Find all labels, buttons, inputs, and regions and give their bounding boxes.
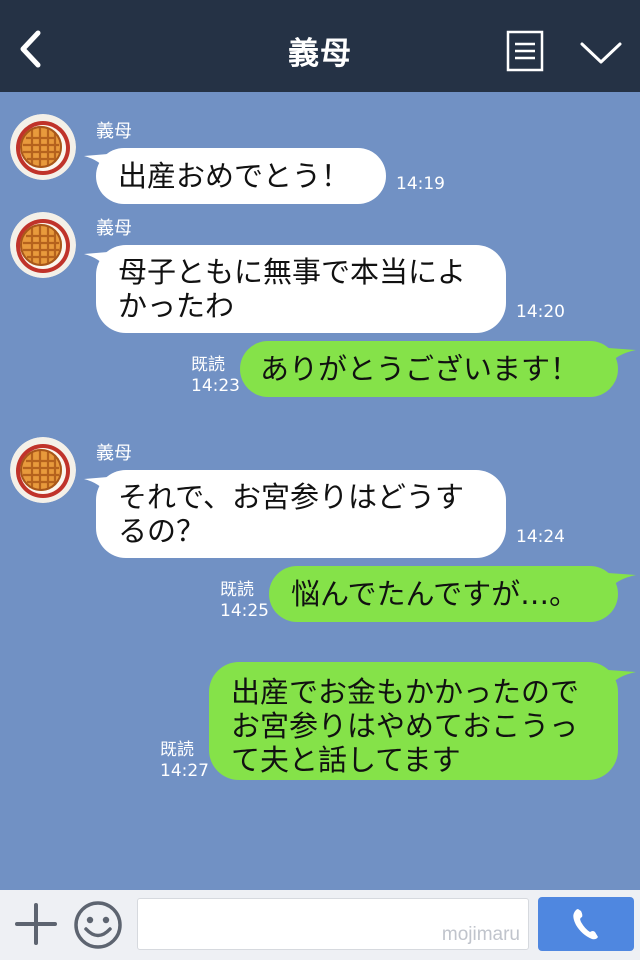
message-bubble[interactable]: ありがとうございます！: [240, 341, 618, 397]
message-time: 14:20: [516, 302, 565, 322]
read-label: 既読: [160, 740, 194, 760]
sender-name: 義母: [96, 121, 132, 142]
pie-avatar-icon: [10, 437, 76, 503]
message-time: 14:23: [191, 376, 240, 396]
chevron-down-icon: [580, 42, 622, 64]
phone-icon: [573, 909, 598, 940]
message-time: 14:25: [220, 601, 269, 621]
read-label: 既読: [191, 355, 225, 375]
read-receipt: 既読 14:25: [220, 580, 269, 622]
message-bubble[interactable]: 出産でお金もかかったので お宮参りはやめておこうっ て夫と話してます: [209, 662, 618, 780]
menu-list-icon: [506, 30, 544, 72]
avatar[interactable]: [10, 212, 76, 278]
message-bubble[interactable]: 悩んでたんですが…。: [269, 566, 618, 622]
sticker-button[interactable]: [72, 900, 124, 954]
message-bubble[interactable]: それで、お宮参りはどうす るの？: [96, 470, 506, 558]
smiley-icon: [74, 901, 122, 949]
message-input[interactable]: mojimaru: [137, 898, 529, 950]
avatar[interactable]: [10, 437, 76, 503]
watermark: mojimaru: [441, 924, 520, 945]
chat-title: 義母: [288, 36, 352, 72]
sender-name: 義母: [96, 443, 132, 464]
avatar[interactable]: [10, 114, 76, 180]
read-receipt: 既読 14:27: [160, 740, 209, 782]
plus-icon: [15, 903, 57, 945]
chat-header: 義母: [0, 0, 640, 92]
message-time: 14:24: [516, 527, 565, 547]
message-bubble[interactable]: 母子ともに無事で本当によ かったわ: [96, 245, 506, 333]
sender-name: 義母: [96, 218, 132, 239]
message-time: 14:19: [396, 174, 445, 194]
collapse-button[interactable]: [578, 38, 624, 68]
pie-avatar-icon: [10, 212, 76, 278]
read-receipt: 既読 14:23: [191, 355, 240, 397]
add-button[interactable]: [14, 902, 58, 950]
read-label: 既読: [220, 580, 254, 600]
message-bubble[interactable]: 出産おめでとう！: [96, 148, 386, 204]
menu-button[interactable]: [506, 30, 544, 72]
message-time: 14:27: [160, 761, 209, 781]
pie-avatar-icon: [10, 114, 76, 180]
call-button[interactable]: [538, 897, 634, 951]
